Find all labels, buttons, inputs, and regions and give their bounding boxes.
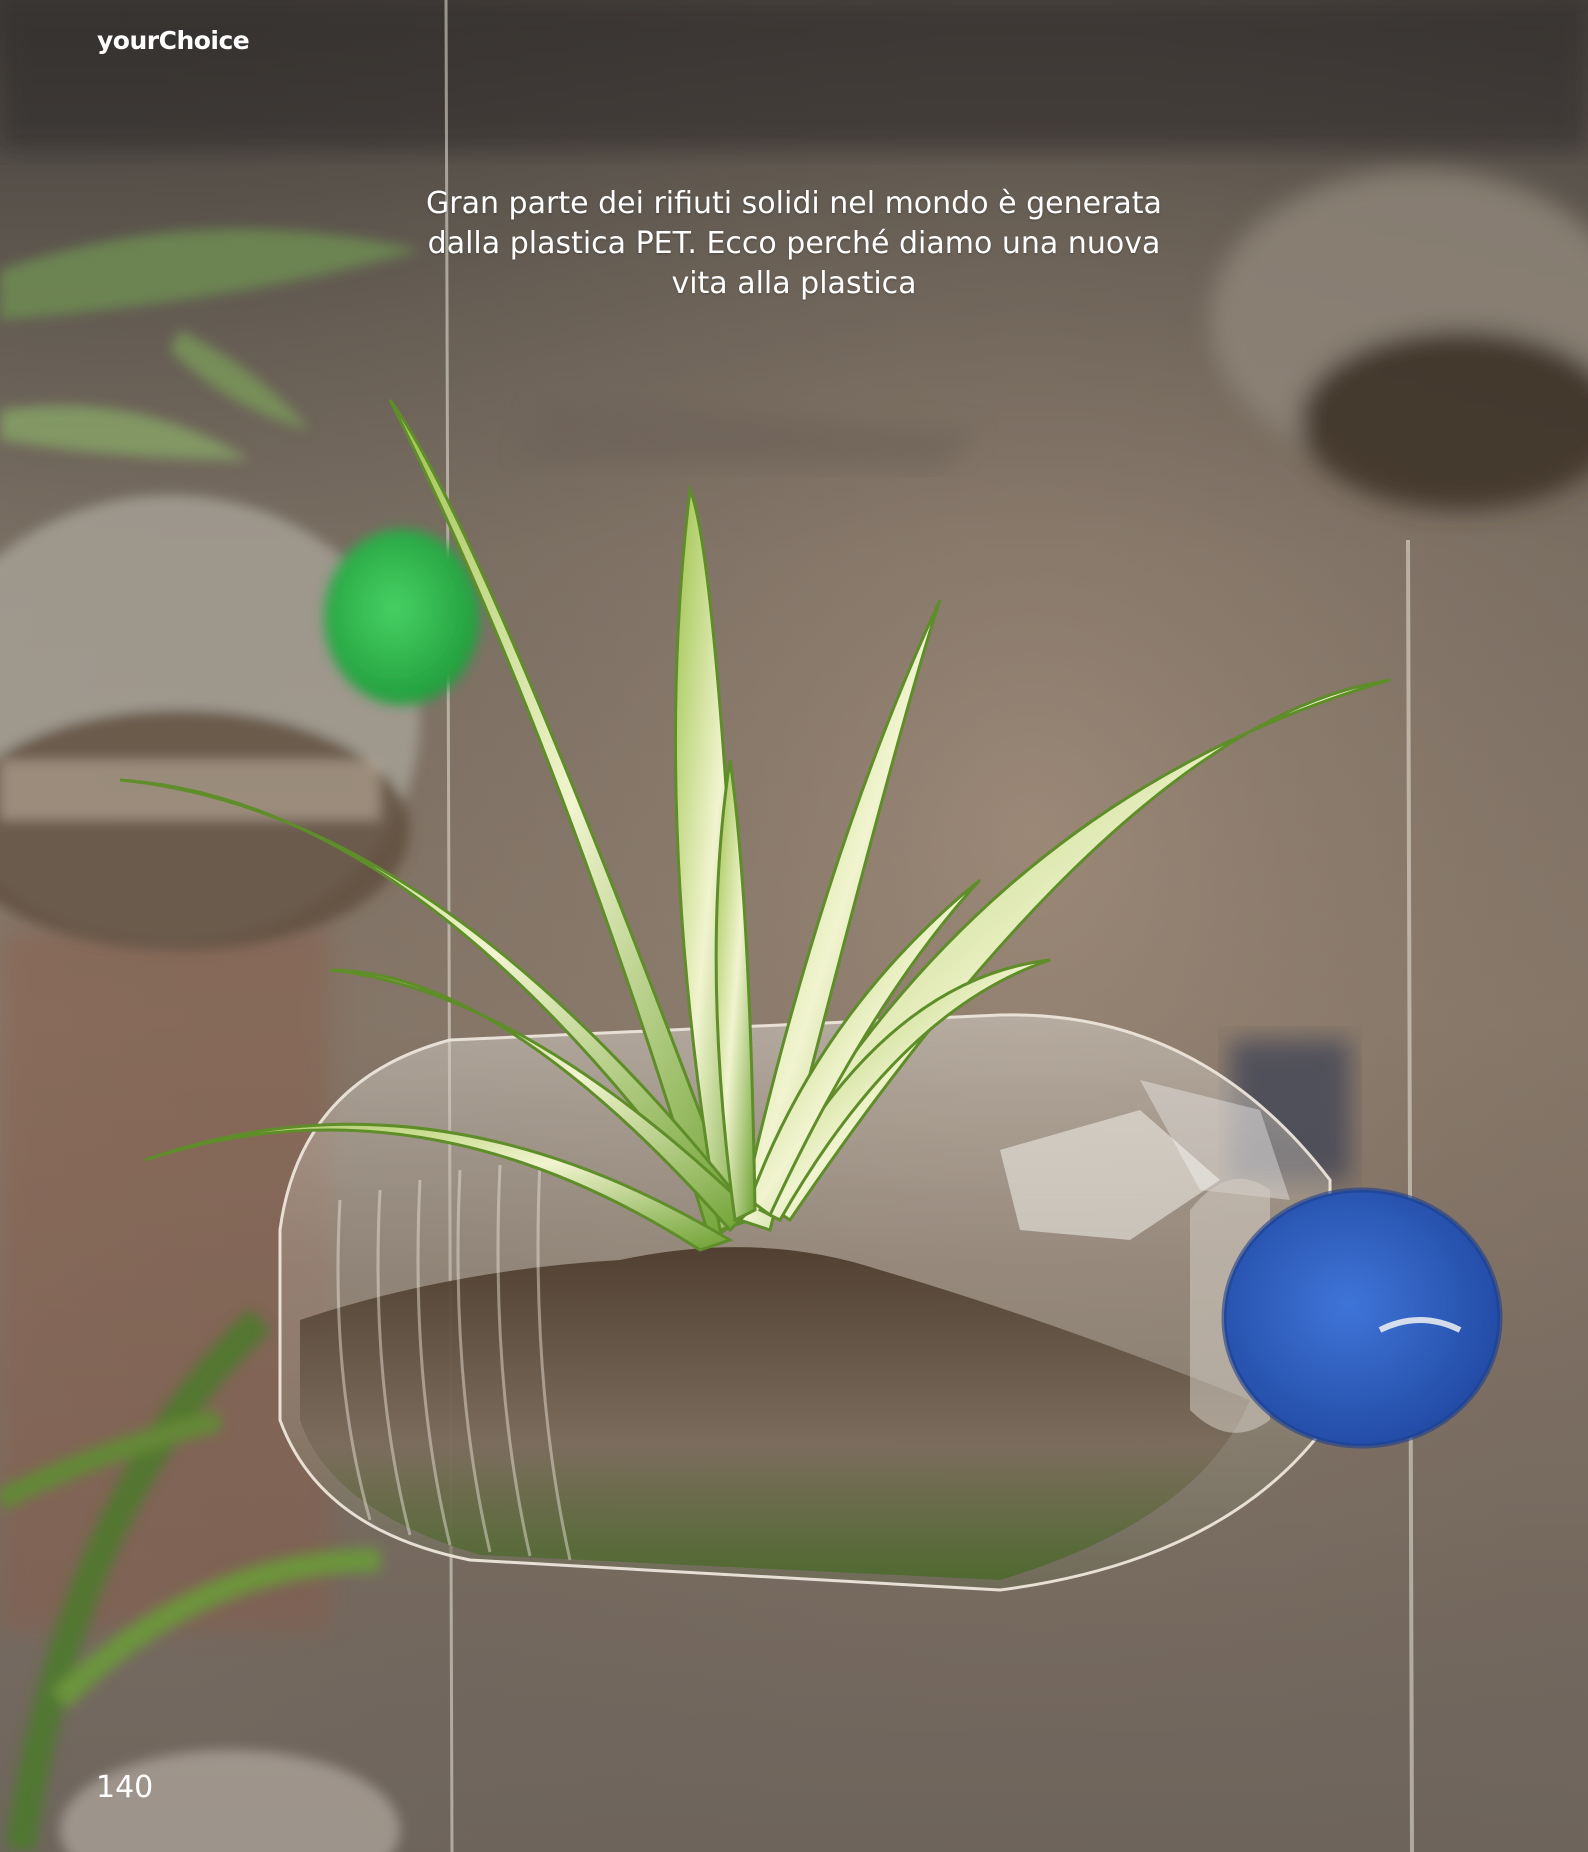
magazine-page: yourChoice Gran parte dei rifiuti solidi… (0, 0, 1588, 1852)
headline-caption: Gran parte dei rifiuti solidi nel mondo … (426, 186, 1162, 301)
page-number: 140 (96, 1770, 154, 1805)
brand-logo-text: yourChoice (97, 26, 250, 55)
